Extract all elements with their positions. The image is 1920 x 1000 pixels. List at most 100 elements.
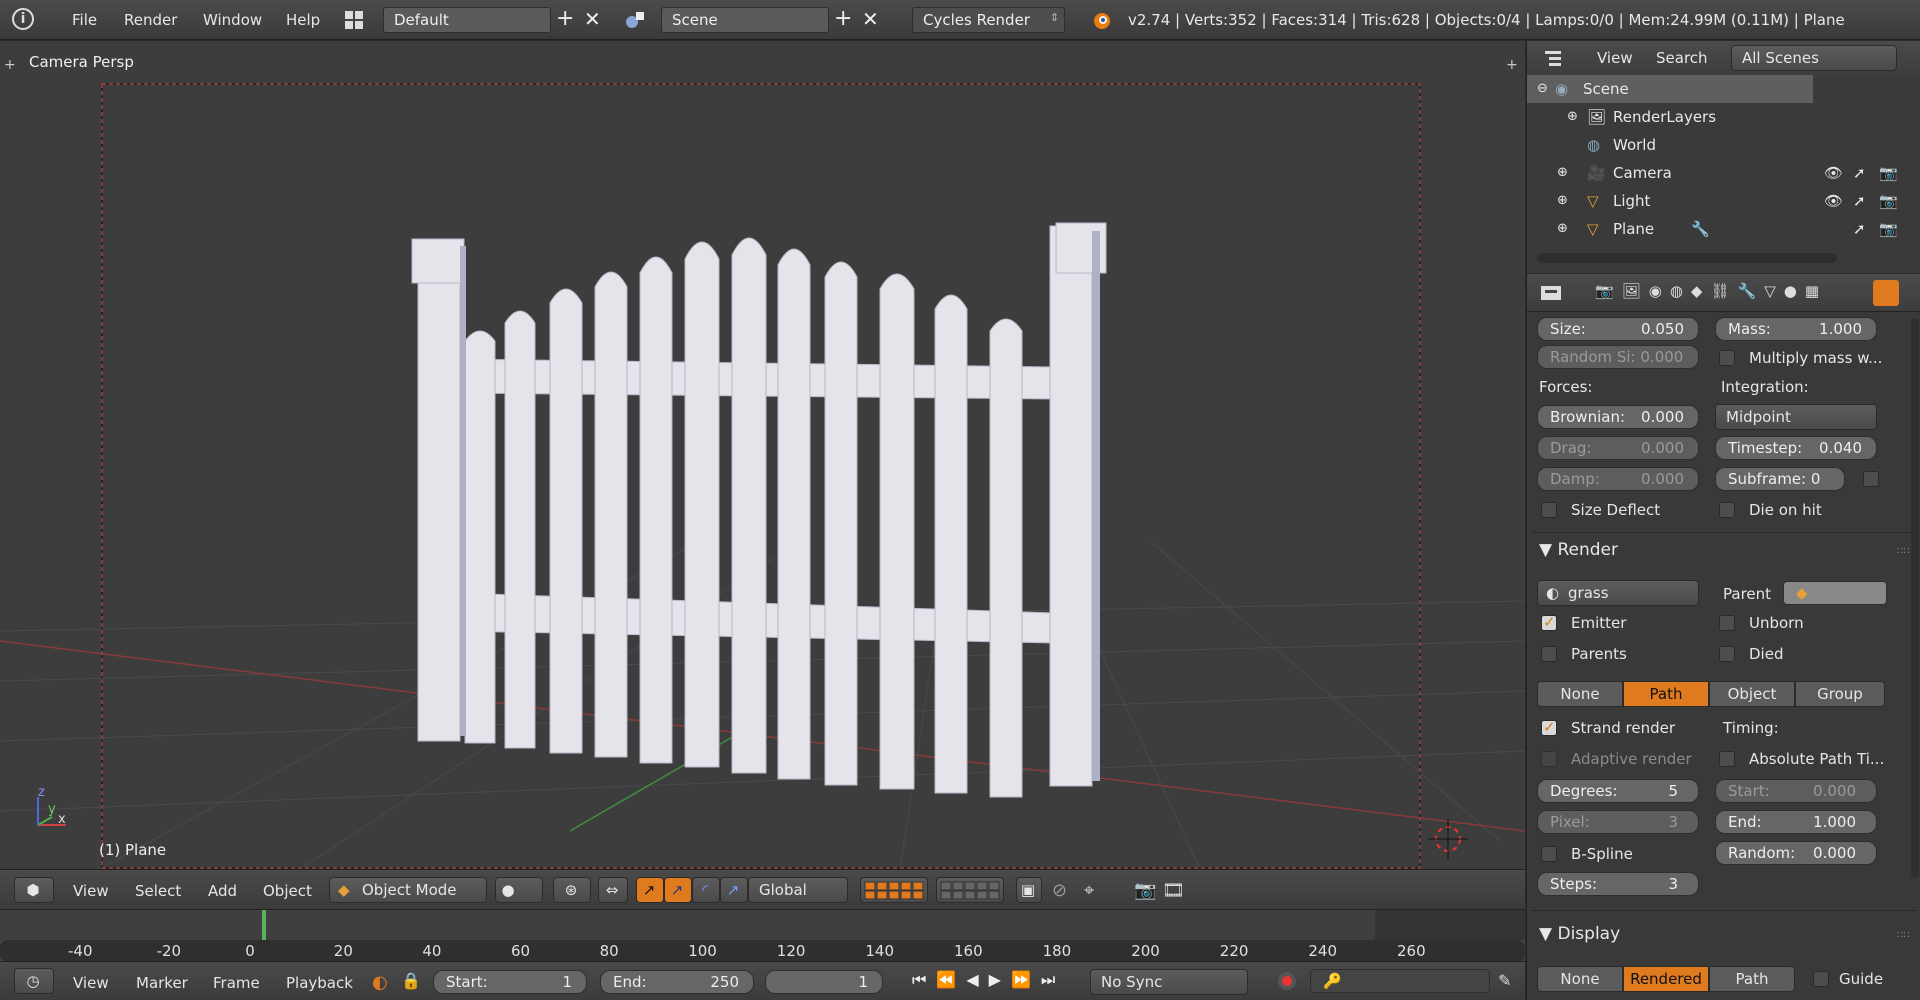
emitter-checkbox[interactable] [1541, 613, 1557, 631]
size-field[interactable]: Size: 0.050 [1537, 317, 1699, 341]
scene-tab-icon[interactable]: ◉ [1649, 282, 1670, 300]
properties-shelf-toggle-icon[interactable]: + [1506, 57, 1518, 73]
outliner-row-renderlayers[interactable]: ⊕ 🖼 RenderLayers [1527, 103, 1920, 131]
display-none[interactable]: None [1537, 966, 1623, 992]
object-menu[interactable]: Object [263, 882, 312, 900]
screen-layout-icon[interactable] [344, 10, 364, 30]
parent-field[interactable]: ◆ [1783, 581, 1887, 605]
outliner-row-world[interactable]: ◍ World [1527, 131, 1920, 159]
drag-field[interactable]: Drag: 0.000 [1537, 436, 1699, 460]
outliner-scrollbar[interactable] [1537, 253, 1837, 263]
parents-checkbox[interactable] [1541, 646, 1557, 662]
editor-type-timeline[interactable]: ◷ [14, 968, 54, 994]
select-cursor-icon[interactable]: ➚ [1853, 159, 1866, 187]
menu-help[interactable]: Help [286, 11, 320, 29]
playback-controls[interactable]: ⏮⏪◀▶⏩⏭ [912, 970, 1065, 990]
render-as-none[interactable]: None [1537, 681, 1623, 707]
keying-set-field[interactable]: 🔑 [1310, 969, 1490, 993]
mode-select[interactable]: ◆ Object Mode [329, 877, 487, 903]
expand-icon[interactable]: ⊕ [1557, 215, 1568, 243]
current-frame-field[interactable]: 1 [765, 970, 883, 994]
material-tab-icon[interactable]: ● [1784, 282, 1805, 300]
expand-icon[interactable]: ⊕ [1557, 187, 1568, 215]
damp-field[interactable]: Damp: 0.000 [1537, 467, 1699, 491]
layers-group-2[interactable] [936, 877, 1004, 903]
menu-window[interactable]: Window [203, 11, 262, 29]
outliner-row-light[interactable]: ⊕ ▽ Light 👁 ➚ 📷 [1527, 187, 1920, 215]
drag-handle-icon[interactable]: ∷∷ [1897, 546, 1910, 557]
data-tab-icon[interactable]: ▽ [1764, 282, 1784, 300]
timeline-track[interactable] [0, 910, 1525, 940]
render-section-header[interactable]: ▼ Render [1539, 540, 1618, 560]
jump-key-back-icon[interactable]: ⏪ [936, 970, 966, 989]
screen-layout-field[interactable]: Default [383, 7, 551, 33]
random-field[interactable]: Random: 0.000 [1715, 841, 1877, 865]
random-size-field[interactable]: Random Si: 0.000 [1537, 345, 1699, 369]
translate-manipulator[interactable]: ↗ [636, 877, 664, 903]
properties-tabs[interactable]: 📷🖼◉◍◆⛓🔧▽●▦ [1595, 282, 1827, 300]
jump-key-forward-icon[interactable]: ⏩ [1011, 970, 1041, 989]
display-rendered[interactable]: Rendered [1623, 966, 1709, 992]
add-menu[interactable]: Add [208, 882, 237, 900]
render-camera-icon[interactable]: 📷 [1879, 187, 1898, 215]
select-cursor-icon[interactable]: ➚ [1853, 215, 1866, 243]
path-start-field[interactable]: Start: 0.000 [1715, 779, 1877, 803]
viewport-shading-select[interactable]: ● [495, 877, 543, 903]
render-tab-icon[interactable]: 📷 [1595, 282, 1622, 300]
timeline-marker-menu[interactable]: Marker [136, 974, 188, 992]
lock-camera-toggle[interactable]: ▣ [1016, 877, 1042, 903]
timeline-frame-menu[interactable]: Frame [213, 974, 260, 992]
render-camera-icon[interactable]: 📷 [1879, 215, 1898, 243]
unborn-checkbox[interactable] [1719, 615, 1735, 631]
render-as-object[interactable]: Object [1709, 681, 1795, 707]
render-engine-select[interactable]: Cycles Render [912, 7, 1065, 33]
close-scene-icon[interactable]: ✕ [862, 7, 879, 31]
sync-mode-select[interactable]: No Sync [1090, 969, 1248, 995]
outliner-row-camera[interactable]: ⊕ 🎥 Camera 👁 ➚ 📷 [1527, 159, 1920, 187]
view-menu[interactable]: View [73, 882, 109, 900]
absolute-path-checkbox[interactable] [1719, 751, 1735, 767]
object-tab-icon[interactable]: ◆ [1691, 282, 1711, 300]
timeline-area[interactable]: -40 -20 0 20 40 60 80 100 120 140 160 180 200 220 240 2… [0, 909, 1525, 962]
start-frame-field[interactable]: Start: 1 [433, 970, 587, 994]
record-button[interactable] [1278, 972, 1296, 990]
texture-tab-icon[interactable]: ▦ [1805, 282, 1827, 300]
expand-icon[interactable]: ⊕ [1567, 103, 1578, 131]
transform-orientation-select[interactable]: Global [748, 877, 848, 903]
constraints-tab-icon[interactable]: ⛓ [1710, 282, 1737, 300]
lock-range-icon[interactable]: 🔒 [401, 971, 421, 990]
select-menu[interactable]: Select [135, 882, 181, 900]
display-path[interactable]: Path [1709, 966, 1795, 992]
died-checkbox[interactable] [1719, 646, 1735, 662]
layers-tab-icon[interactable]: 🖼 [1622, 282, 1649, 300]
adaptive-render-checkbox[interactable] [1541, 751, 1557, 767]
tool-shelf-toggle-icon[interactable]: + [4, 57, 16, 73]
jump-start-icon[interactable]: ⏮ [912, 970, 936, 989]
timeline-view-menu[interactable]: View [73, 974, 109, 992]
manipulator-toggle[interactable]: ⇔ [598, 877, 628, 903]
world-tab-icon[interactable]: ◍ [1670, 282, 1691, 300]
play-reverse-icon[interactable]: ◀ [966, 970, 988, 989]
editor-type-button[interactable]: i [12, 8, 52, 32]
scene-field[interactable]: Scene [661, 7, 829, 33]
menu-render[interactable]: Render [124, 11, 177, 29]
select-cursor-icon[interactable]: ➚ [1853, 187, 1866, 215]
material-select[interactable]: ◐ grass [1537, 580, 1699, 606]
play-icon[interactable]: ▶ [989, 970, 1011, 989]
modifiers-tab-icon[interactable]: 🔧 [1738, 282, 1765, 300]
close-layout-icon[interactable]: ✕ [584, 7, 601, 31]
render-image-icon[interactable]: 📷 [1134, 880, 1156, 901]
properties-editor-icon[interactable] [1539, 282, 1569, 304]
mass-field[interactable]: Mass: 1.000 [1715, 317, 1877, 341]
integration-select[interactable]: Midpoint [1715, 404, 1877, 430]
visibility-eye-icon[interactable]: 👁 [1824, 187, 1843, 215]
timeline-playback-menu[interactable]: Playback [286, 974, 353, 992]
jump-end-icon[interactable]: ⏭ [1041, 970, 1065, 989]
visibility-eye-icon[interactable]: 👁 [1824, 159, 1843, 187]
strand-render-checkbox[interactable] [1541, 718, 1557, 736]
scale-manipulator-2[interactable]: ↗ [720, 877, 748, 903]
particles-tab-icon[interactable] [1873, 280, 1899, 306]
display-section-header[interactable]: ▼ Display [1539, 924, 1620, 944]
size-deflect-checkbox[interactable] [1541, 502, 1557, 518]
render-as-group[interactable]: Group [1795, 681, 1885, 707]
